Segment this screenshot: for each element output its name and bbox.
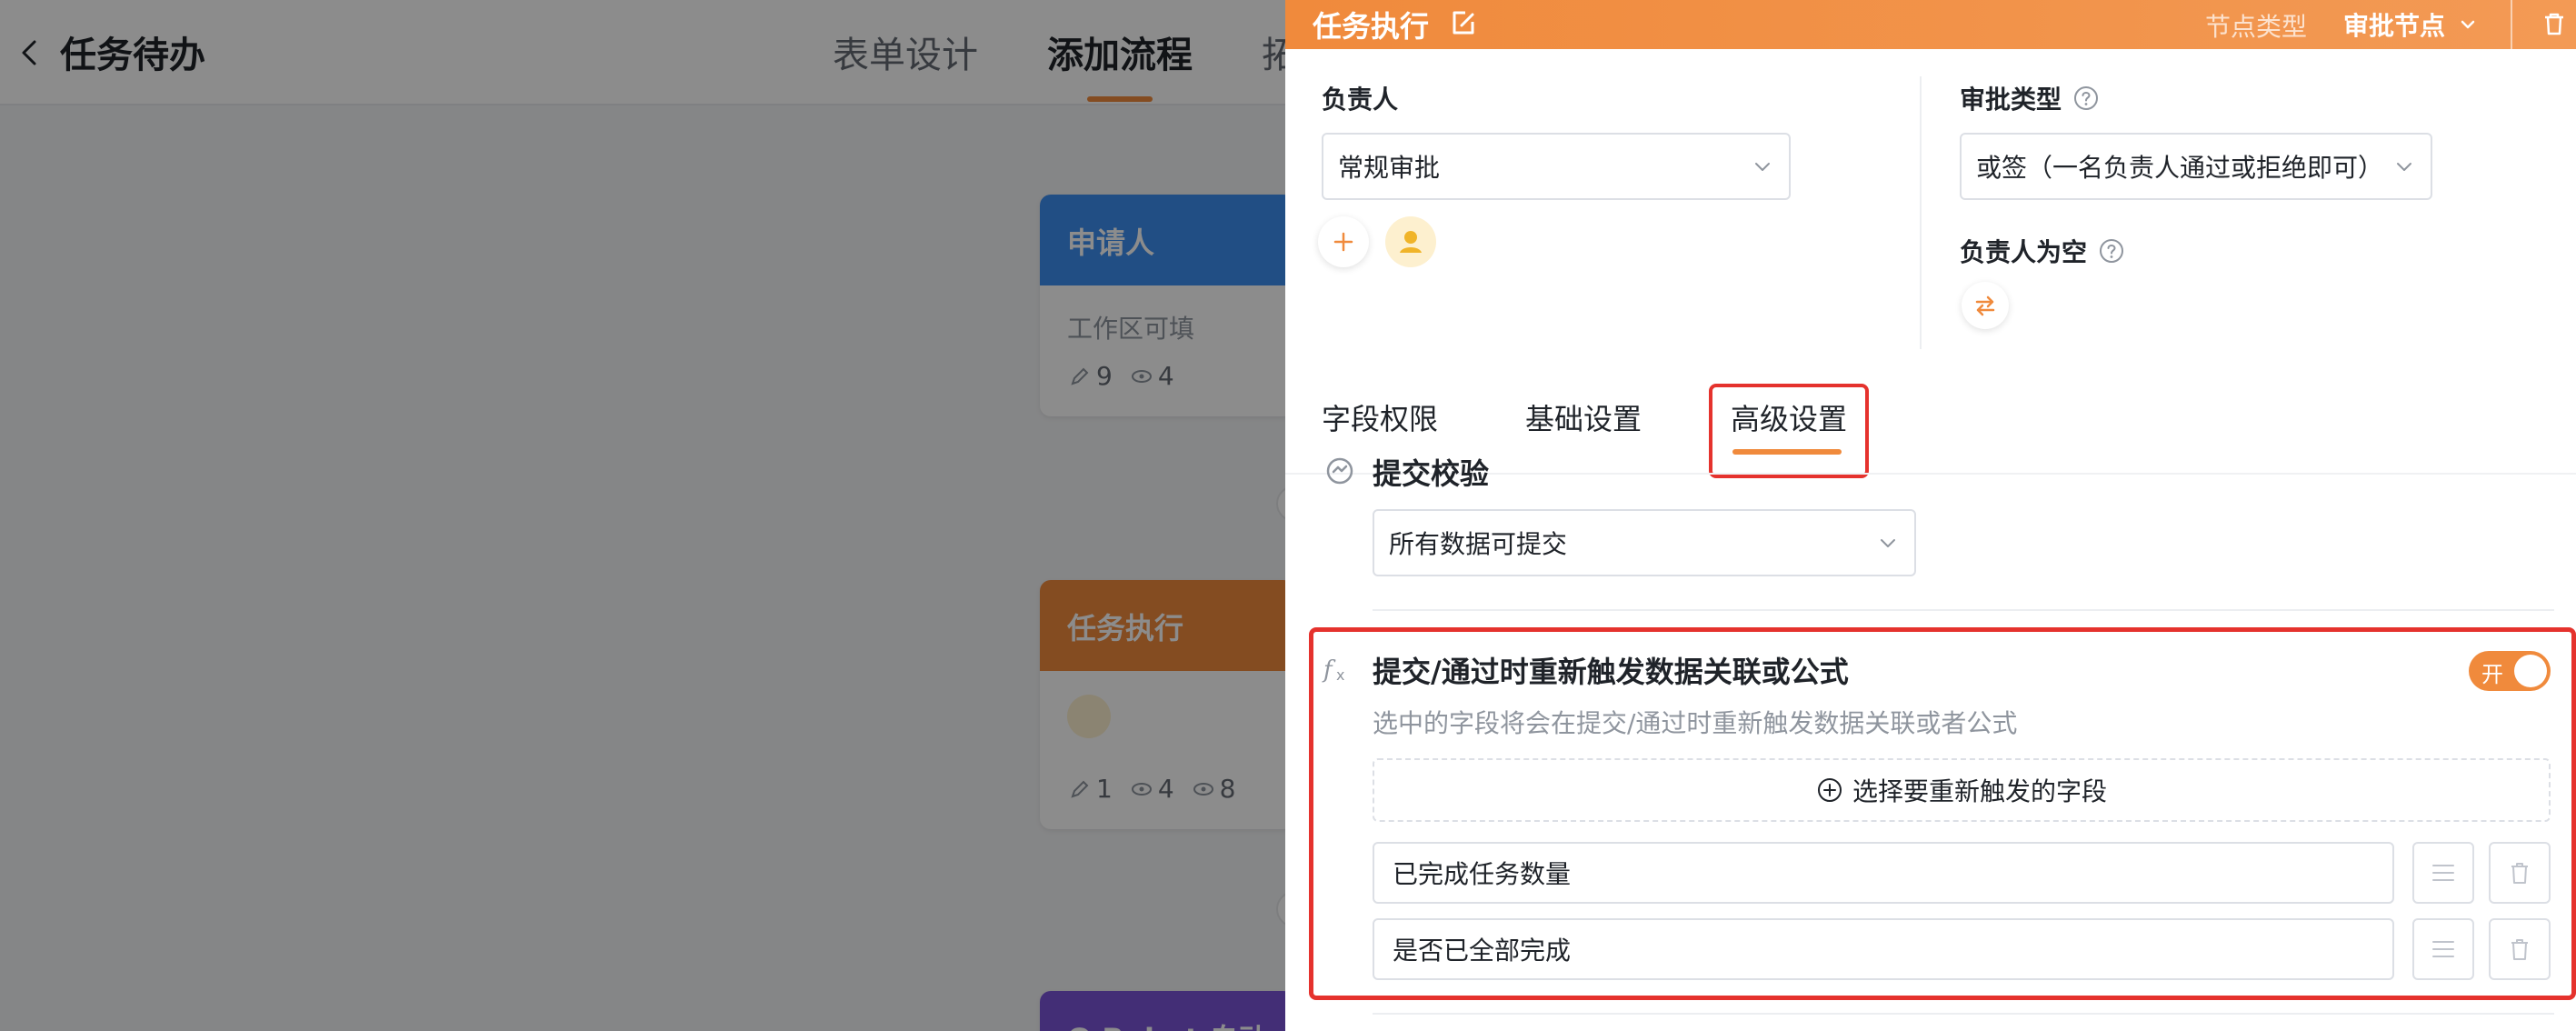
node-type-label: 节点类型 <box>2205 12 2308 42</box>
submit-check-value: 所有数据可提交 <box>1389 529 1568 559</box>
chevron-down-icon <box>2461 20 2475 29</box>
swap-icon <box>1975 295 1995 316</box>
drag-handle-icon <box>2432 865 2454 881</box>
tab-field-permissions[interactable]: 字段权限 <box>1322 396 1438 438</box>
node-type-select[interactable]: 审批节点 <box>2343 4 2478 45</box>
empty-assignee-label-text: 负责人为空 <box>1960 237 2088 267</box>
help-icon[interactable] <box>2072 85 2100 112</box>
node-type-value: 审批节点 <box>2343 11 2446 41</box>
drawer-title: 任务执行 <box>1313 9 1430 44</box>
section-divider <box>1373 1013 2554 1015</box>
drag-handle-button[interactable] <box>2412 918 2474 980</box>
plus-icon <box>1333 232 1353 252</box>
header-divider <box>2511 0 2512 49</box>
drawer-header: 任务执行 节点类型 审批节点 <box>1285 0 2576 49</box>
avatar[interactable] <box>1385 216 1436 267</box>
shield-check-icon <box>1326 457 1353 485</box>
drag-handle-icon <box>2432 941 2454 957</box>
submit-check-title: 提交校验 <box>1373 456 1490 491</box>
node-settings-drawer: 任务执行 节点类型 审批节点 负责人 常规审批 审批类型 或签（一名负责人通过或… <box>1285 0 2576 1031</box>
approval-type-value: 或签（一名负责人通过或拒绝即可） <box>1976 153 2384 183</box>
toggle-label: 开 <box>2481 662 2503 687</box>
add-assignee-button[interactable] <box>1318 216 1369 267</box>
assignee-label: 负责人 <box>1322 80 1398 116</box>
approval-type-label: 审批类型 <box>1960 80 2100 116</box>
annotation-highlight-box <box>1709 384 1869 478</box>
retrigger-field-row[interactable]: 是否已全部完成 <box>1373 918 2394 980</box>
formula-icon: fx <box>1322 656 1344 684</box>
user-icon <box>1400 231 1422 253</box>
select-retrigger-fields-button[interactable]: 选择要重新触发的字段 <box>1373 758 2551 822</box>
trash-icon[interactable] <box>2540 9 2569 38</box>
help-icon[interactable] <box>2098 237 2125 265</box>
assignee-select[interactable]: 常规审批 <box>1322 133 1791 200</box>
trash-icon <box>2511 863 2528 884</box>
retrigger-title: 提交/通过时重新触发数据关联或公式 <box>1373 655 1849 689</box>
chevron-down-icon <box>1755 163 1770 171</box>
plus-circle-icon <box>1817 778 1842 802</box>
retrigger-description: 选中的字段将会在提交/通过时重新触发数据关联或者公式 <box>1373 708 2018 738</box>
chevron-down-icon <box>1881 539 1895 547</box>
assignee-label-text: 负责人 <box>1322 85 1399 115</box>
select-fields-label: 选择要重新触发的字段 <box>1852 776 2107 806</box>
approval-type-select[interactable]: 或签（一名负责人通过或拒绝即可） <box>1960 133 2432 200</box>
tab-basic-settings[interactable]: 基础设置 <box>1525 396 1642 438</box>
column-divider <box>1920 76 1922 349</box>
chevron-down-icon <box>2397 163 2411 171</box>
drag-handle-button[interactable] <box>2412 842 2474 904</box>
svg-text:x: x <box>1336 666 1344 684</box>
delete-field-button[interactable] <box>2489 918 2551 980</box>
toggle-knob <box>2514 655 2547 687</box>
approval-type-label-text: 审批类型 <box>1960 85 2062 115</box>
trash-icon <box>2511 939 2528 960</box>
swap-button[interactable] <box>1962 282 2009 329</box>
edit-icon[interactable] <box>1447 7 1480 40</box>
section-divider <box>1373 609 2554 611</box>
retrigger-toggle[interactable]: 开 <box>2469 651 2551 691</box>
submit-check-select[interactable]: 所有数据可提交 <box>1373 509 1916 576</box>
empty-assignee-label: 负责人为空 <box>1960 233 2125 269</box>
svg-text:f: f <box>1322 656 1336 684</box>
delete-field-button[interactable] <box>2489 842 2551 904</box>
retrigger-field-row[interactable]: 已完成任务数量 <box>1373 842 2394 904</box>
assignee-select-value: 常规审批 <box>1338 153 1441 183</box>
